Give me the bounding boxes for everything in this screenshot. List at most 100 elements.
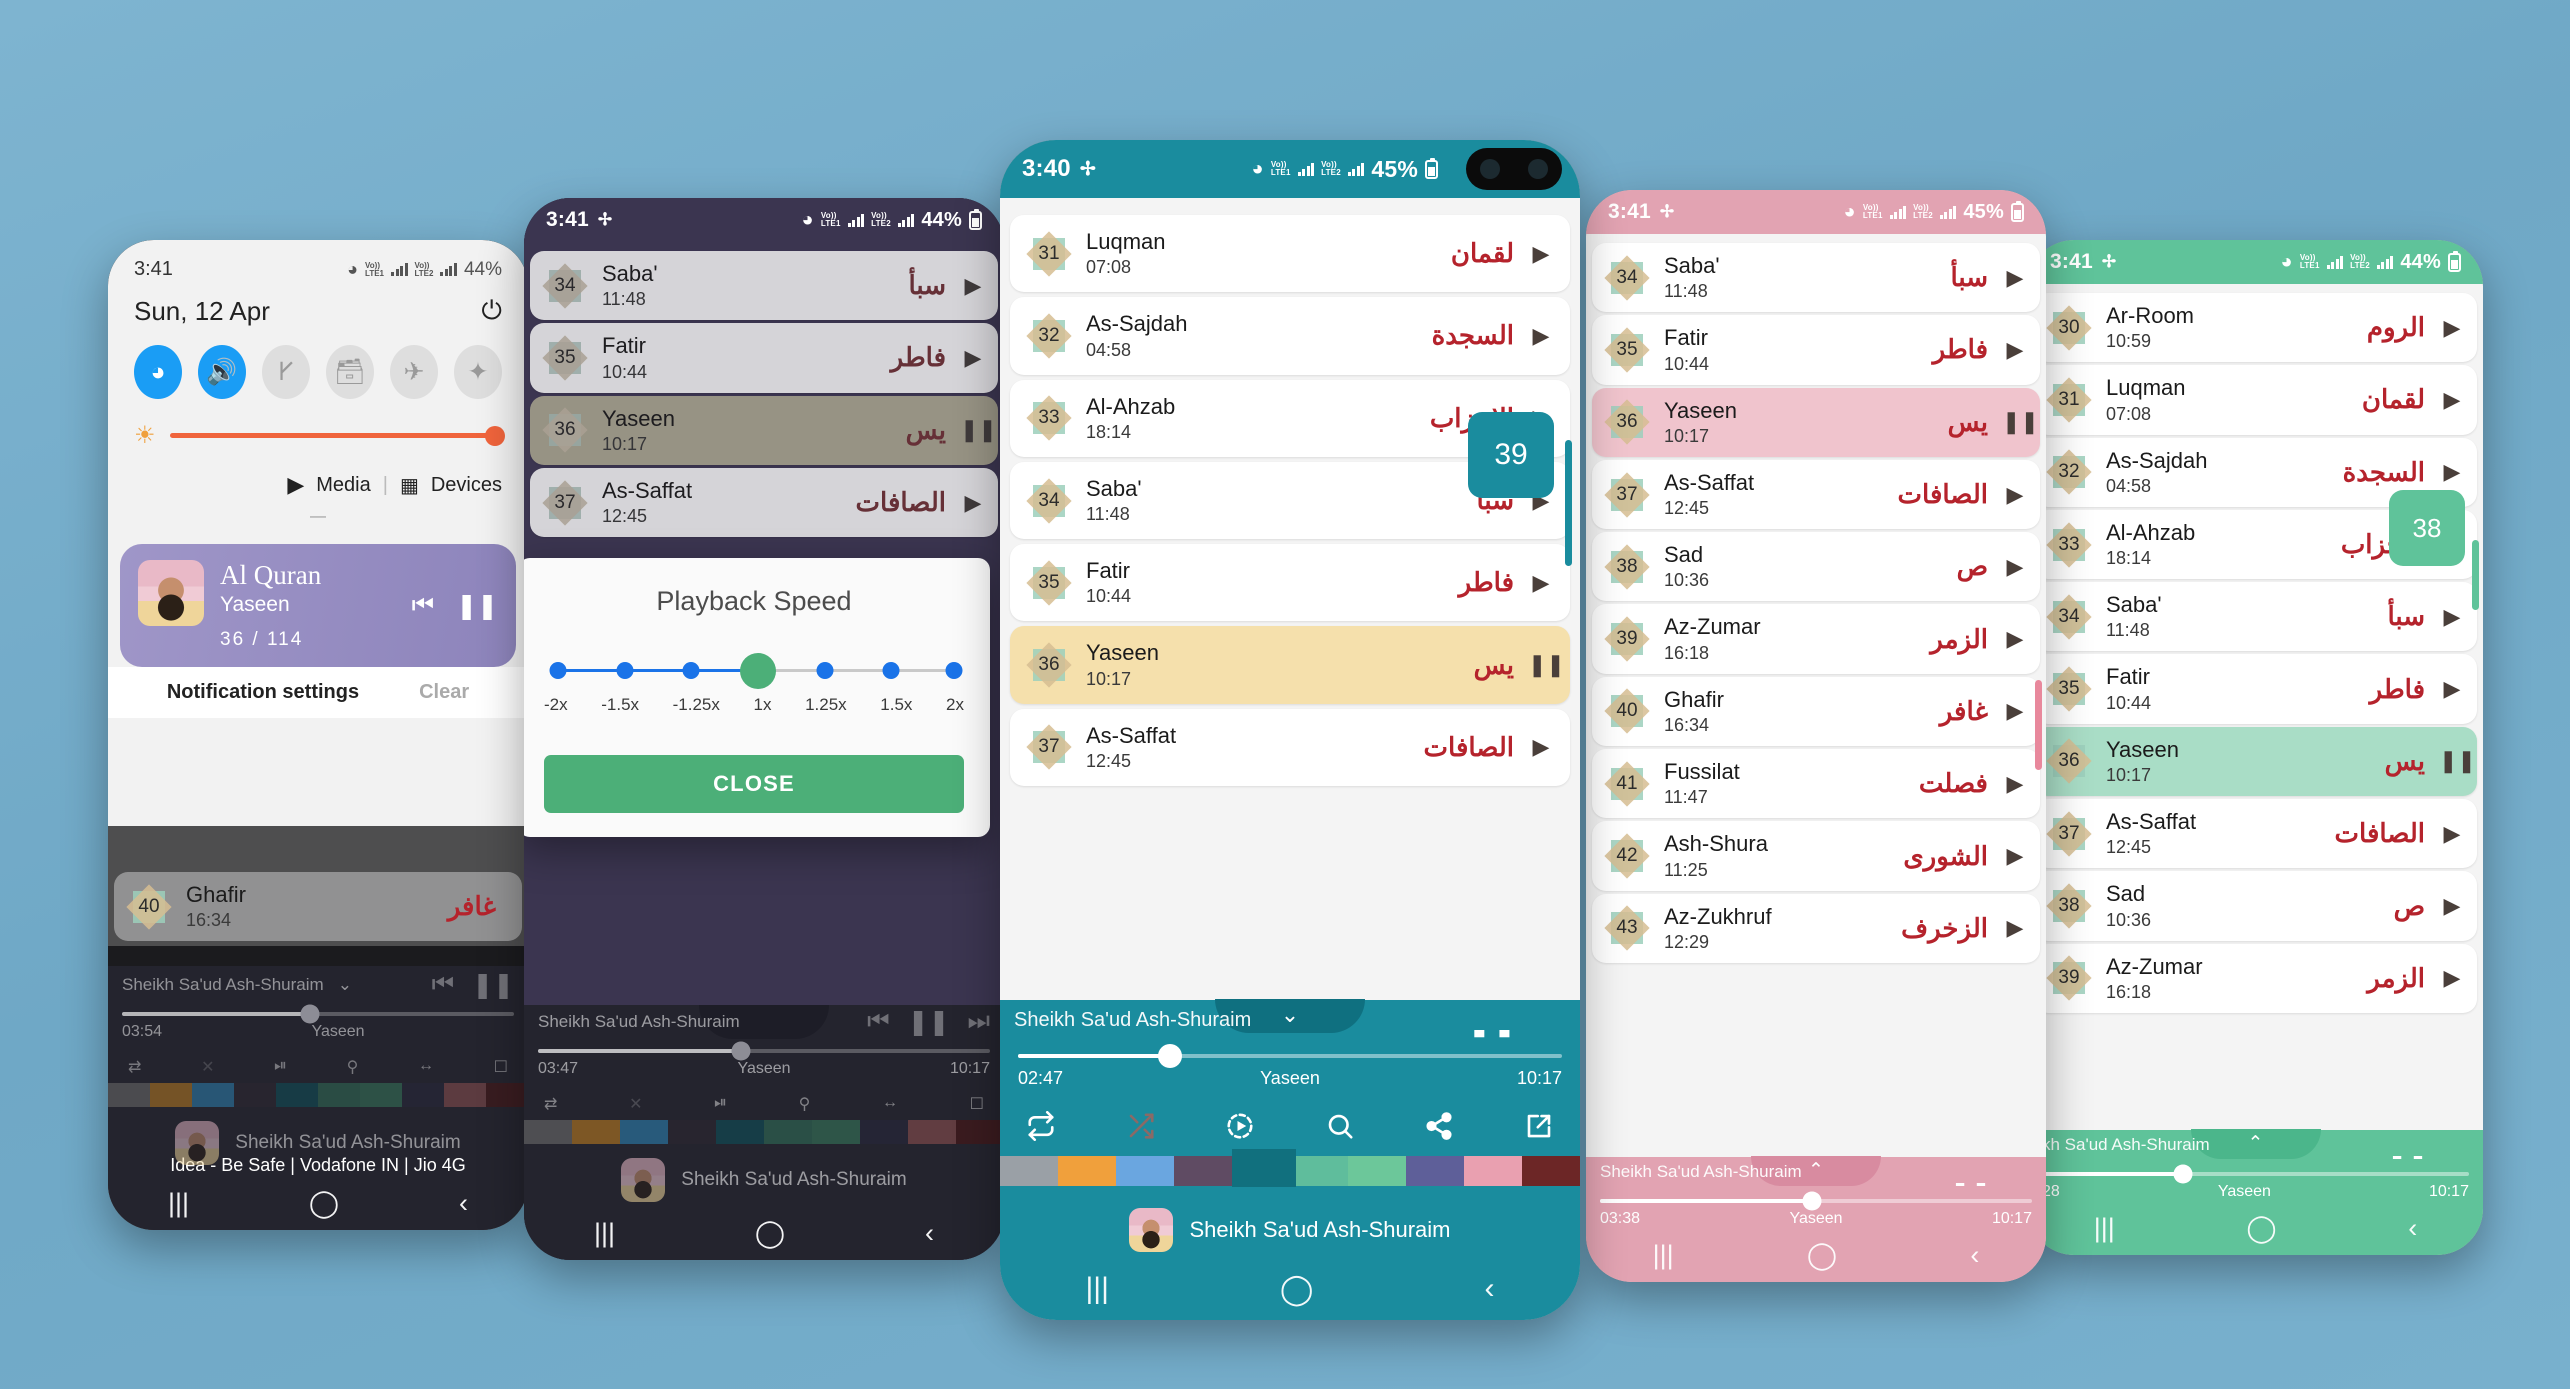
repeat-icon[interactable]: ⇄ bbox=[128, 1057, 141, 1077]
close-button[interactable]: CLOSE bbox=[544, 755, 964, 813]
home-icon[interactable]: ◯ bbox=[1807, 1240, 1837, 1271]
play-icon[interactable]: ▶ bbox=[2002, 337, 2028, 363]
speed-option[interactable]: -1.25x bbox=[673, 695, 720, 715]
shuffle-icon[interactable]: ✕ bbox=[629, 1094, 642, 1114]
recents-icon[interactable]: ||| bbox=[2094, 1213, 2115, 1244]
home-icon[interactable]: ◯ bbox=[1280, 1272, 1314, 1307]
shuffle-icon[interactable]: ✕ bbox=[201, 1057, 214, 1077]
play-icon[interactable]: ▶ bbox=[2002, 771, 2028, 797]
table-row[interactable]: 35 Fatir 10:44 فاطر ▶ bbox=[1592, 315, 2040, 385]
table-row[interactable]: 42 Ash-Shura 11:25 الشورى ▶ bbox=[1592, 821, 2040, 891]
seek-bar[interactable] bbox=[1018, 1044, 1562, 1068]
theme-swatch[interactable] bbox=[1116, 1156, 1174, 1186]
pause-icon[interactable]: ❚❚ bbox=[472, 970, 514, 1000]
surah-list[interactable]: 30 Ar-Room 10:59 الروم ▶ 31 Luqman 07:08 لقمان ▶ 3… bbox=[2028, 284, 2483, 1013]
play-icon[interactable]: ▶ bbox=[2439, 821, 2465, 847]
table-row[interactable]: 32 As-Sajdah 04:58 السجدة ▶ bbox=[1010, 297, 1570, 375]
table-row[interactable]: 31 Luqman 07:08 لقمان ▶ bbox=[1010, 215, 1570, 293]
theme-swatches[interactable] bbox=[1000, 1149, 1580, 1187]
surah-list[interactable]: 34 Saba' 11:48 سبأ ▶ 35 Fatir 10:44 فاطر ▶ 36 Yasee… bbox=[524, 242, 1004, 538]
theme-swatch-selected[interactable] bbox=[1232, 1149, 1296, 1187]
toggle-bluetooth[interactable]: 𐌖 bbox=[262, 345, 310, 399]
play-icon[interactable]: ▶ bbox=[2002, 698, 2028, 724]
power-icon[interactable]: ⏻ bbox=[481, 295, 502, 327]
table-row[interactable]: 39 Az-Zumar 16:18 الزمر ▶ bbox=[1592, 604, 2040, 674]
pause-icon[interactable]: ❚❚ bbox=[456, 591, 498, 621]
toggle-sdcard[interactable]: 🗃 bbox=[326, 345, 374, 399]
table-row[interactable]: 38 Sad 10:36 ص ▶ bbox=[1592, 532, 2040, 602]
pause-icon[interactable]: ❚❚ bbox=[2002, 409, 2039, 435]
back-icon[interactable]: ‹ bbox=[925, 1218, 934, 1249]
seek-bar[interactable] bbox=[2042, 1164, 2469, 1184]
speed-icon[interactable]: ⏯ bbox=[274, 1057, 287, 1077]
play-icon[interactable]: ▶ bbox=[2439, 604, 2465, 630]
play-icon[interactable]: ▶ bbox=[1528, 241, 1554, 267]
pause-icon[interactable]: ❚❚ bbox=[1528, 652, 1565, 678]
play-icon[interactable]: ▶ bbox=[2439, 893, 2465, 919]
share-icon[interactable] bbox=[1424, 1111, 1454, 1146]
play-icon[interactable]: ▶ bbox=[2002, 915, 2028, 941]
play-icon[interactable]: ▶ bbox=[2002, 265, 2028, 291]
table-row[interactable]: 37 As-Saffat 12:45 الصافات ▶ bbox=[530, 467, 998, 538]
play-icon[interactable]: ▶ bbox=[2002, 843, 2028, 869]
open-external-icon[interactable]: ☐ bbox=[494, 1057, 508, 1077]
table-row[interactable]: 41 Fussilat 11:47 فصلت ▶ bbox=[1592, 749, 2040, 819]
chevron-up-icon[interactable]: ⌃ bbox=[1808, 1159, 1824, 1182]
seek-bar[interactable] bbox=[1600, 1191, 2032, 1211]
recents-icon[interactable]: ||| bbox=[1086, 1272, 1109, 1306]
share-icon[interactable]: ↔ bbox=[418, 1057, 434, 1077]
speed-slider-thumb[interactable] bbox=[740, 653, 777, 689]
open-external-icon[interactable]: ☐ bbox=[970, 1094, 984, 1114]
table-row[interactable]: 31 Luqman 07:08 لقمان ▶ bbox=[2034, 365, 2477, 435]
theme-swatches[interactable] bbox=[108, 1083, 528, 1107]
theme-swatch[interactable] bbox=[1406, 1156, 1464, 1186]
table-row[interactable]: 30 Ar-Room 10:59 الروم ▶ bbox=[2034, 293, 2477, 363]
chevron-down-icon[interactable]: ⌄ bbox=[1281, 1002, 1299, 1028]
recents-icon[interactable]: ||| bbox=[168, 1188, 189, 1219]
theme-swatch[interactable] bbox=[1000, 1156, 1058, 1186]
prev-icon[interactable]: ⏮ bbox=[432, 970, 455, 1000]
scrollbar-thumb[interactable] bbox=[2035, 680, 2042, 770]
home-icon[interactable]: ◯ bbox=[309, 1188, 339, 1219]
theme-swatches[interactable] bbox=[524, 1120, 1004, 1144]
share-icon[interactable]: ↔ bbox=[882, 1094, 898, 1114]
pause-icon[interactable]: ❚❚ bbox=[960, 417, 997, 443]
media-notification-card[interactable]: Al Quran Yaseen 36 / 114 ⏮ ❚❚ bbox=[120, 544, 516, 667]
open-external-icon[interactable] bbox=[1524, 1111, 1554, 1146]
prev-icon[interactable]: ⏮ bbox=[412, 591, 435, 621]
playback-speed-icon[interactable] bbox=[1225, 1111, 1255, 1146]
table-row[interactable]: 37 As-Saffat 12:45 الصافات ▶ bbox=[2034, 799, 2477, 869]
home-icon[interactable]: ◯ bbox=[755, 1218, 785, 1249]
prev-icon[interactable]: ⏮ bbox=[867, 1007, 890, 1037]
play-icon[interactable]: ▶ bbox=[2439, 315, 2465, 341]
media-button[interactable]: Media bbox=[316, 474, 370, 497]
search-icon[interactable]: ⚲ bbox=[347, 1057, 359, 1077]
speed-icon[interactable]: ⏯ bbox=[714, 1094, 727, 1114]
play-icon[interactable]: ▶ bbox=[2002, 626, 2028, 652]
search-icon[interactable] bbox=[1325, 1111, 1355, 1146]
table-row[interactable]: 35 Fatir 10:44 فاطر ▶ bbox=[1010, 544, 1570, 622]
play-icon[interactable]: ▶ bbox=[2439, 387, 2465, 413]
speed-option[interactable]: -1.5x bbox=[601, 695, 639, 715]
back-icon[interactable]: ‹ bbox=[2408, 1213, 2417, 1244]
chevron-up-icon[interactable]: ⌃ bbox=[2248, 1132, 2264, 1155]
playback-speed-dialog[interactable]: Playback Speed -2x -1.5x -1.25x 1x 1.25x 1.5x… bbox=[524, 558, 990, 837]
play-icon[interactable]: ▶ bbox=[2002, 482, 2028, 508]
play-icon[interactable]: ▶ bbox=[1528, 323, 1554, 349]
back-icon[interactable]: ‹ bbox=[1970, 1240, 1979, 1271]
pause-icon[interactable]: ❚❚ bbox=[908, 1007, 950, 1037]
toggle-more[interactable]: ✦ bbox=[454, 345, 502, 399]
playback-speed-slider[interactable] bbox=[549, 651, 963, 691]
table-row[interactable]: 34 Saba' 11:48 سبأ ▶ bbox=[530, 251, 998, 321]
play-icon[interactable]: ▶ bbox=[1528, 734, 1554, 760]
speed-option[interactable]: -2x bbox=[544, 695, 568, 715]
shuffle-icon[interactable] bbox=[1126, 1111, 1156, 1146]
speed-option[interactable]: 2x bbox=[946, 695, 964, 715]
table-row[interactable]: 37 As-Saffat 12:45 الصافات ▶ bbox=[1592, 459, 2040, 530]
theme-swatch[interactable] bbox=[1522, 1156, 1580, 1186]
scrollbar-thumb[interactable] bbox=[2472, 540, 2479, 610]
theme-swatch[interactable] bbox=[1464, 1156, 1522, 1186]
table-row[interactable]: 39 Az-Zumar 16:18 الزمر ▶ bbox=[2034, 943, 2477, 1013]
theme-swatch[interactable] bbox=[1174, 1156, 1232, 1186]
table-row[interactable]: 36 Yaseen 10:17 يس ❚❚ bbox=[1010, 626, 1570, 704]
